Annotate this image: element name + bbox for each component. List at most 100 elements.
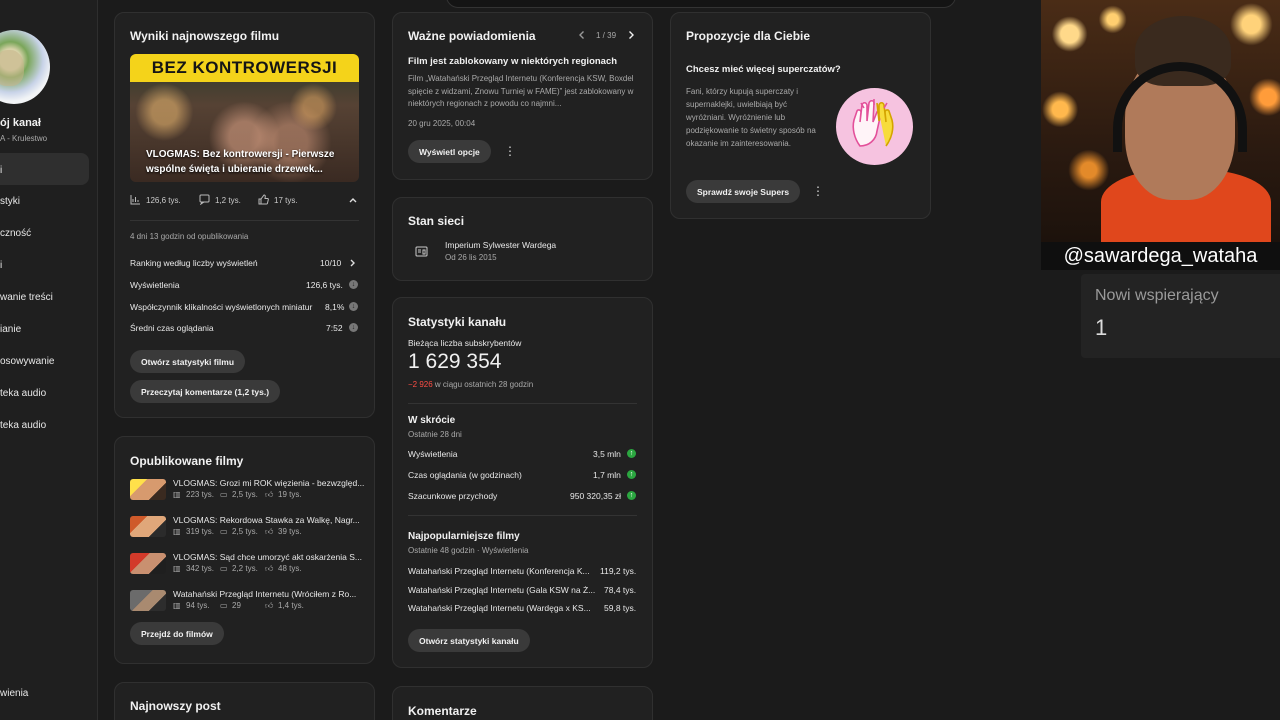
sidebar-item-content[interactable]: styki <box>0 196 20 207</box>
views-icon: ▥ <box>173 564 181 573</box>
metric-value: 8,1% <box>325 302 345 312</box>
notification-date: 20 gru 2025, 00:04 <box>408 119 476 128</box>
top-video-title[interactable]: Watahański Przegląd Internetu (Konferenc… <box>408 566 590 576</box>
suggestions-title: Propozycje dla Ciebie <box>686 29 811 43</box>
streamer-handle: @sawardega_wataha <box>1041 242 1280 270</box>
chevron-left-icon[interactable] <box>577 30 587 40</box>
top-videos-subtitle: Ostatnie 48 godzin · Wyświetlenia <box>408 546 529 555</box>
more-vert-icon[interactable]: ⋮ <box>812 185 824 197</box>
subs-value: 1 629 354 <box>408 350 502 373</box>
suggestion-body: Fani, którzy kupują superczaty i superna… <box>686 87 816 148</box>
video-title[interactable]: VLOGMAS: Grozi mi ROK więzienia - bezwzg… <box>173 478 364 488</box>
top-videos-title: Najpopularniejsze filmy <box>408 531 520 542</box>
search-bar[interactable] <box>446 0 956 8</box>
latest-since: 4 dni 13 godzin od opublikowania <box>130 232 249 241</box>
sidebar-item-earn[interactable]: osowywanie <box>0 356 54 367</box>
latest-video-title: Wyniki najnowszego filmu <box>130 29 280 43</box>
video-thumbnail[interactable] <box>130 590 166 611</box>
views-icon: ▥ <box>173 601 181 610</box>
metric-label: Współczynnik klikalności wyświetlonych m… <box>130 302 313 312</box>
divider <box>408 515 637 516</box>
summary-label: Czas oglądania (w godzinach) <box>408 470 522 480</box>
latest-video-thumbnail[interactable]: BEZ KONTROWERSJI VLOGMAS: Bez kontrowers… <box>130 54 359 182</box>
comments-icon: ▭ <box>220 527 228 536</box>
summary-value: 1,7 mln <box>593 470 621 480</box>
webcam-overlay: @sawardega_wataha <box>1041 0 1280 270</box>
views-icon: ▥ <box>173 527 181 536</box>
video-title[interactable]: VLOGMAS: Sąd chce umorzyć akt oskarżenia… <box>173 552 362 562</box>
sidebar-item-dashboard[interactable]: i <box>0 165 2 176</box>
chevron-right-icon[interactable] <box>348 258 357 268</box>
latest-post-title: Najnowszy post <box>130 699 221 713</box>
network-name[interactable]: Imperium Sylwester Wardega <box>445 240 556 250</box>
sidebar-item-community[interactable]: i <box>0 260 2 271</box>
latest-comments: 1,2 tys. <box>215 196 241 205</box>
network-title: Stan sieci <box>408 214 465 228</box>
video-views: 94 tys. <box>186 601 210 610</box>
latest-views: 126,6 tys. <box>146 196 181 205</box>
trend-up-icon: ↑ <box>627 449 636 458</box>
notification-heading: Film jest zablokowany w niektórych regio… <box>408 56 618 67</box>
network-since: Od 26 lis 2015 <box>445 253 497 262</box>
channel-name: ój kanał <box>0 117 41 129</box>
notifications-pager: 1 / 39 <box>596 31 617 40</box>
video-comments: 29 <box>232 601 241 610</box>
summary-label: Wyświetlenia <box>408 449 458 459</box>
read-comments-button[interactable]: Przeczytaj komentarze (1,2 tys.) <box>130 380 281 403</box>
sidebar-item-analytics[interactable]: czność <box>0 228 31 239</box>
metric-label: Średni czas oglądania <box>130 323 214 333</box>
channel-subtitle: A - Krulestwo <box>0 134 48 143</box>
subs-label: Bieżąca liczba subskrybentów <box>408 338 522 348</box>
sidebar-item-copyright[interactable]: ianie <box>0 324 21 335</box>
sidebar-item-settings[interactable]: wienia <box>0 688 28 699</box>
info-icon[interactable]: ↓ <box>349 302 358 311</box>
video-likes: 48 tys. <box>278 564 302 573</box>
subs-change-suffix: w ciągu ostatnich 28 godzin <box>432 380 534 389</box>
open-channel-stats-button[interactable]: Otwórz statystyki kanału <box>408 629 530 652</box>
metric-value: 126,6 tys. <box>306 280 343 290</box>
sidebar: ój kanał A - Krulestwo i styki czność i … <box>0 0 98 720</box>
video-comments: 2,5 tys. <box>232 527 258 536</box>
video-comments: 2,5 tys. <box>232 490 258 499</box>
view-options-button[interactable]: Wyświetl opcje <box>408 140 491 163</box>
sidebar-item-subtitles[interactable]: wanie treści <box>0 292 53 303</box>
video-title[interactable]: VLOGMAS: Rekordowa Stawka za Walkę, Nagr… <box>173 515 360 525</box>
summary-label: Szacunkowe przychody <box>408 491 498 501</box>
video-title[interactable]: Watahański Przegląd Internetu (Wróciłem … <box>173 589 356 599</box>
chevron-right-icon[interactable] <box>626 30 636 40</box>
channel-avatar[interactable] <box>0 30 50 104</box>
info-icon[interactable]: ↓ <box>349 280 358 289</box>
comments-title: Komentarze <box>408 704 477 718</box>
go-to-videos-button[interactable]: Przejdź do filmów <box>130 622 224 645</box>
like-icon: 👍︎ <box>265 490 274 499</box>
like-icon <box>258 194 269 205</box>
latest-likes: 17 tys. <box>274 196 298 205</box>
sidebar-item-customization[interactable]: teka audio <box>0 388 46 399</box>
top-video-title[interactable]: Watahański Przegląd Internetu (Wardęga x… <box>408 603 591 613</box>
video-views: 319 tys. <box>186 527 215 536</box>
more-vert-icon[interactable]: ⋮ <box>504 145 516 157</box>
trend-up-icon: ↑ <box>627 470 636 479</box>
summary-title: W skrócie <box>408 415 456 426</box>
video-thumbnail[interactable] <box>130 553 166 574</box>
check-supers-button[interactable]: Sprawdź swoje Supers <box>686 180 801 203</box>
sidebar-item-audio-library[interactable]: teka audio <box>0 420 46 431</box>
video-views: 342 tys. <box>186 564 215 573</box>
comments-icon: ▭ <box>220 490 228 499</box>
top-video-title[interactable]: Watahański Przegląd Internetu (Gala KSW … <box>408 585 595 595</box>
comments-icon: ▭ <box>220 564 228 573</box>
info-icon[interactable]: ↓ <box>349 323 358 332</box>
open-video-stats-button[interactable]: Otwórz statystyki filmu <box>130 350 246 373</box>
new-supporters-widget: Nowi wspierający 1 <box>1081 274 1280 358</box>
video-thumbnail[interactable] <box>130 479 166 500</box>
sidebar-active-highlight <box>0 153 89 185</box>
metric-value: 7:52 <box>326 323 343 333</box>
summary-subtitle: Ostatnie 28 dni <box>408 430 462 439</box>
divider <box>130 220 359 221</box>
like-icon: 👍︎ <box>265 564 274 573</box>
video-thumbnail[interactable] <box>130 516 166 537</box>
chevron-up-icon[interactable] <box>348 195 358 205</box>
high-five-icon <box>852 99 894 147</box>
like-icon: 👍︎ <box>265 601 274 610</box>
summary-value: 3,5 mln <box>593 449 621 459</box>
